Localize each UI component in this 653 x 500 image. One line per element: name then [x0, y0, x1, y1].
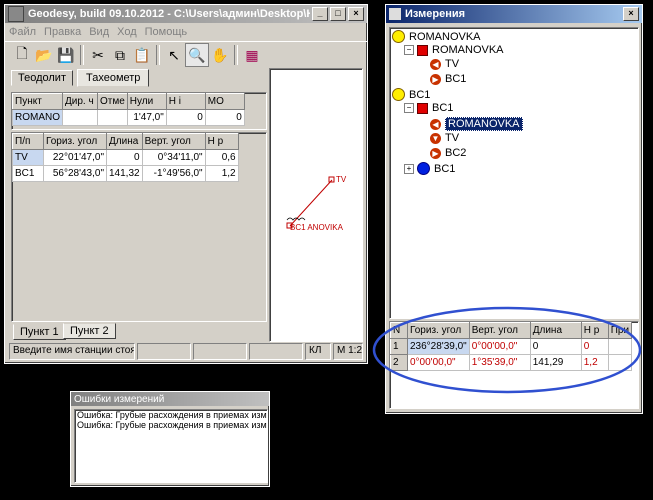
errors-title: Ошибки измерений — [74, 393, 165, 405]
errors-titlebar[interactable]: Ошибки измерений — [71, 392, 269, 406]
error-line: Ошибка: Грубые расхождения в приемах изм… — [77, 410, 267, 420]
error-line: Ошибка: Грубые расхождения в приемах изм… — [77, 420, 267, 430]
errors-window: Ошибки измерений Ошибка: Грубые расхожде… — [70, 391, 270, 487]
errors-list[interactable]: Ошибка: Грубые расхождения в приемах изм… — [74, 409, 268, 483]
